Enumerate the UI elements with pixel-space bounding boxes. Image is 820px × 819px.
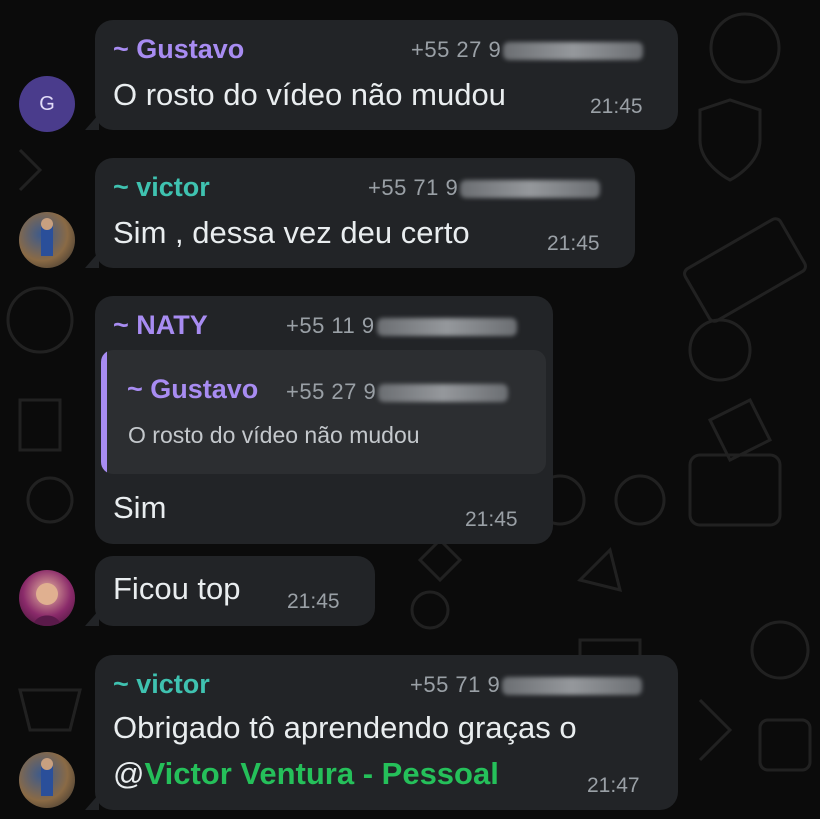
- message-time: 21:45: [465, 508, 518, 531]
- avatar-victor[interactable]: [19, 212, 75, 268]
- sender-phone: +55 71 9: [410, 672, 643, 698]
- message-text: Sim , dessa vez deu certo: [113, 215, 470, 250]
- message-time: 21:45: [590, 95, 643, 118]
- avatar-gustavo[interactable]: G: [19, 76, 75, 132]
- redacted-phone: [378, 384, 509, 403]
- message-bubble[interactable]: Ficou top 21:45: [85, 556, 375, 626]
- sender-name[interactable]: ~ Gustavo: [113, 34, 244, 65]
- message-time: 21:47: [587, 774, 640, 797]
- avatar-letter: G: [39, 92, 55, 115]
- naty-photo-icon: [33, 583, 61, 626]
- victor-photo-icon: [41, 218, 53, 256]
- message-time: 21:45: [547, 232, 600, 255]
- quoted-sender-phone: +55 27 9: [286, 379, 509, 405]
- message-bubble[interactable]: ~ NATY +55 11 9 ~ Gustavo +55 27 9 O ros…: [95, 296, 553, 544]
- sender-phone: +55 71 9: [368, 175, 601, 201]
- redacted-phone: [503, 42, 644, 61]
- message-bubble[interactable]: ~ Gustavo +55 27 9 O rosto do vídeo não …: [85, 20, 678, 130]
- quoted-text: O rosto do vídeo não mudou: [128, 422, 420, 448]
- redacted-phone: [376, 318, 517, 337]
- mention-link[interactable]: Victor Ventura - Pessoal: [144, 756, 498, 791]
- sender-phone: +55 11 9: [286, 313, 517, 339]
- message-text: Sim: [113, 490, 167, 525]
- quoted-message[interactable]: ~ Gustavo +55 27 9 O rosto do vídeo não …: [101, 350, 546, 474]
- sender-name[interactable]: ~ NATY: [113, 310, 208, 341]
- victor-photo-icon: [41, 758, 53, 796]
- avatar-victor[interactable]: [19, 752, 75, 808]
- sender-phone: +55 27 9: [411, 37, 644, 63]
- quoted-sender-name: ~ Gustavo: [127, 374, 259, 404]
- message-time: 21:45: [287, 590, 340, 613]
- message-bubble[interactable]: ~ victor +55 71 9 Sim , dessa vez deu ce…: [85, 158, 635, 268]
- message-bubble[interactable]: ~ victor +55 71 9 Obrigado tô aprendendo…: [85, 655, 678, 810]
- message-text: Obrigado tô aprendendo graças o: [113, 710, 577, 745]
- sender-name[interactable]: ~ victor: [113, 172, 210, 203]
- avatar-naty[interactable]: [19, 570, 75, 626]
- mention-prefix: @: [113, 756, 145, 791]
- message-text: O rosto do vídeo não mudou: [113, 77, 506, 112]
- mention-line: @Victor Ventura - Pessoal: [113, 756, 499, 792]
- redacted-phone: [460, 180, 601, 199]
- message-text: Ficou top: [113, 571, 241, 606]
- sender-name[interactable]: ~ victor: [113, 669, 210, 700]
- redacted-phone: [502, 677, 643, 696]
